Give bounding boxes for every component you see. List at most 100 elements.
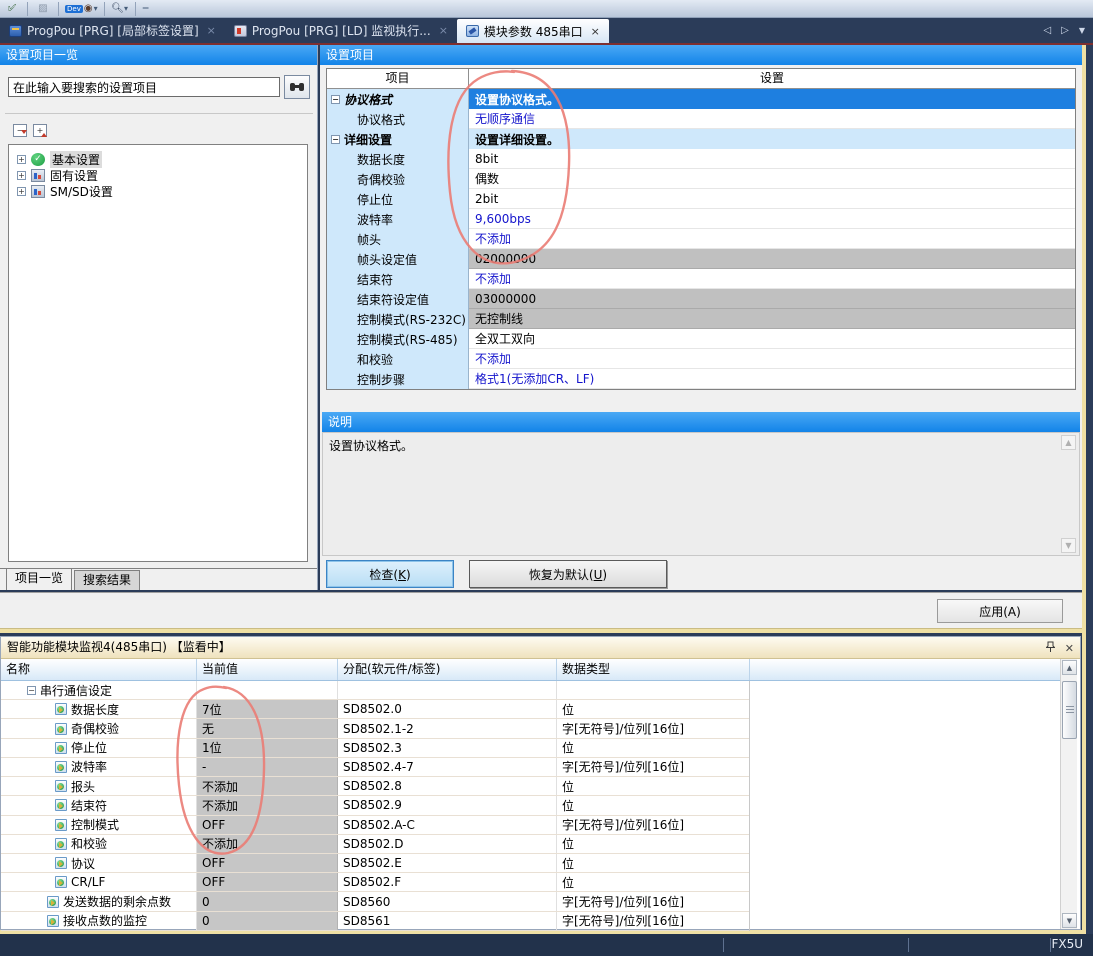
tab-search-result[interactable]: 搜索结果	[74, 570, 140, 590]
monitor-current-value-cell: OFF	[197, 854, 338, 872]
monitor-row[interactable]: 奇偶校验无SD8502.1-2字[无符号]/位列[16位]	[1, 719, 749, 738]
monitor-row[interactable]: 接收点数的监控0SD8561字[无符号]/位列[16位]	[1, 912, 749, 931]
check-button[interactable]: 检查(K)	[326, 560, 454, 588]
monitor-row[interactable]: 结束符不添加SD8502.9位	[1, 796, 749, 815]
collapse-icon[interactable]: −	[27, 686, 36, 695]
tab-close-icon[interactable]: ×	[591, 25, 600, 38]
settings-row[interactable]: 结束符不添加	[327, 269, 1075, 289]
dev-eye-icon[interactable]: Dev ◉▾	[65, 3, 98, 14]
monitor-row[interactable]: 协议OFFSD8502.E位	[1, 854, 749, 873]
tab-scroll-left-icon[interactable]: ◁	[1043, 25, 1051, 36]
monitor-row[interactable]: CR/LFOFFSD8502.F位	[1, 873, 749, 892]
setting-value-cell[interactable]: 不添加	[469, 349, 1075, 369]
scroll-thumb[interactable]	[1062, 681, 1077, 739]
document-tab[interactable]: ProgPou [PRG] [局部标签设置]×	[0, 18, 225, 43]
setting-item-cell: 波特率	[327, 209, 469, 229]
tab-list-menu-icon[interactable]: ▼	[1079, 26, 1085, 35]
settings-row[interactable]: 数据长度8bit	[327, 149, 1075, 169]
setting-value-cell[interactable]: 偶数	[469, 169, 1075, 189]
overflow-icon[interactable]: ＝	[142, 3, 150, 14]
monitor-row[interactable]: 停止位1位SD8502.3位	[1, 739, 749, 758]
settings-row[interactable]: 控制步骤格式1(无添加CR、LF)	[327, 369, 1075, 389]
settings-row[interactable]: 帧头不添加	[327, 229, 1075, 249]
setting-value-cell[interactable]: 不添加	[469, 269, 1075, 289]
toolbar-separator	[58, 2, 59, 16]
setting-value-cell[interactable]: 8bit	[469, 149, 1075, 169]
settings-row[interactable]: 波特率9,600bps	[327, 209, 1075, 229]
settings-row[interactable]: −详细设置设置详细设置。	[327, 129, 1075, 149]
setting-value-cell[interactable]: 无顺序通信	[469, 109, 1075, 129]
scroll-up-icon[interactable]: ▲	[1062, 660, 1077, 675]
setting-value-cell[interactable]: 全双工双向	[469, 329, 1075, 349]
setting-value-cell[interactable]: 03000000	[469, 289, 1075, 309]
setting-value-cell[interactable]: 无控制线	[469, 309, 1075, 329]
setting-item-cell: 协议格式	[327, 109, 469, 129]
monitor-row[interactable]: 和校验不添加SD8502.D位	[1, 835, 749, 854]
setting-value-cell[interactable]: 设置详细设置。	[469, 129, 1075, 149]
settings-row[interactable]: 控制模式(RS-232C)无控制线	[327, 309, 1075, 329]
monitor-row[interactable]: 波特率-SD8502.4-7字[无符号]/位列[16位]	[1, 758, 749, 777]
desc-scroll-down-icon[interactable]: ▼	[1061, 538, 1076, 553]
settings-row[interactable]: 停止位2bit	[327, 189, 1075, 209]
tab-scroll-right-icon[interactable]: ▷	[1061, 25, 1069, 36]
settings-row[interactable]: −协议格式设置协议格式。	[327, 89, 1075, 109]
monitor-datatype-cell: 字[无符号]/位列[16位]	[557, 892, 749, 910]
restore-default-button[interactable]: 恢复为默认(U)	[469, 560, 667, 588]
search-button[interactable]	[284, 75, 310, 99]
expand-icon[interactable]: +	[17, 155, 26, 164]
expand-icon[interactable]: +	[17, 171, 26, 180]
setting-item-label: 帧头设定值	[357, 251, 417, 268]
monitor-row[interactable]: 报头不添加SD8502.8位	[1, 777, 749, 796]
monitor-datatype-cell: 位	[557, 835, 749, 853]
apply-button[interactable]: 应用(A)	[937, 599, 1063, 623]
zoom-select-icon[interactable]: 🔍︎▾	[111, 2, 129, 16]
tree-item[interactable]: +固有设置	[9, 167, 307, 183]
settings-row[interactable]: 控制模式(RS-485)全双工双向	[327, 329, 1075, 349]
setting-value-cell[interactable]: 不添加	[469, 229, 1075, 249]
setting-value-cell[interactable]: 9,600bps	[469, 209, 1075, 229]
setting-item-label: 和校验	[357, 351, 393, 368]
monitor-row[interactable]: 数据长度7位SD8502.0位	[1, 700, 749, 719]
settings-row[interactable]: 帧头设定值 02000000	[327, 249, 1075, 269]
setting-item-label: 协议格式	[357, 111, 405, 128]
setting-item-label: 结束符设定值	[357, 291, 429, 308]
collapse-icon[interactable]: −	[331, 135, 340, 144]
setting-value-cell[interactable]: 2bit	[469, 189, 1075, 209]
collapse-all-icon[interactable]: −	[13, 124, 27, 137]
setting-value-cell[interactable]: 02000000	[469, 249, 1075, 269]
monitor-name-label: 停止位	[71, 739, 107, 756]
setting-item-cell: 帧头	[327, 229, 469, 249]
tab-close-icon[interactable]: ×	[207, 24, 216, 37]
scroll-down-icon[interactable]: ▼	[1062, 913, 1077, 928]
tree-item[interactable]: +基本设置	[9, 151, 307, 167]
close-icon[interactable]: ✕	[1065, 642, 1074, 655]
stamp-gray-icon[interactable]: ▨	[34, 2, 52, 16]
tab-label: 模块参数 485串口	[484, 23, 583, 40]
collapse-icon[interactable]: −	[331, 95, 340, 104]
monitor-row[interactable]: 发送数据的剩余点数0SD8560字[无符号]/位列[16位]	[1, 892, 749, 911]
settings-row[interactable]: 结束符设定值 03000000	[327, 289, 1075, 309]
tab-item-list[interactable]: 项目一览	[6, 568, 72, 590]
setting-value-cell[interactable]: 格式1(无添加CR、LF)	[469, 369, 1075, 389]
monitor-row[interactable]: 控制模式OFFSD8502.A-C字[无符号]/位列[16位]	[1, 816, 749, 835]
search-input[interactable]	[8, 77, 280, 97]
settings-panel-title: 设置项目	[320, 45, 1082, 65]
device-monitor-icon	[55, 761, 67, 773]
settings-row[interactable]: 奇偶校验偶数	[327, 169, 1075, 189]
pin-icon[interactable]	[1046, 641, 1055, 656]
tab-close-icon[interactable]: ×	[439, 24, 448, 37]
document-tab[interactable]: 模块参数 485串口 ×	[457, 19, 609, 43]
monitor-row[interactable]: −串行通信设定	[1, 681, 749, 700]
tree-item[interactable]: +SM/SD设置	[9, 183, 307, 199]
monitor-scrollbar[interactable]: ▲ ▼	[1060, 659, 1077, 929]
monitor-name-label: 报头	[71, 778, 95, 795]
device-check-icon[interactable]: ✅︎	[3, 2, 21, 16]
monitor-current-value-cell: 1位	[197, 739, 338, 757]
document-tab[interactable]: ProgPou [PRG] [LD] 监视执行...×	[225, 18, 457, 43]
expand-all-icon[interactable]: +	[33, 124, 47, 137]
settings-row[interactable]: 协议格式 无顺序通信	[327, 109, 1075, 129]
settings-row[interactable]: 和校验 不添加	[327, 349, 1075, 369]
setting-value-cell[interactable]: 设置协议格式。	[469, 89, 1075, 109]
desc-scroll-up-icon[interactable]: ▲	[1061, 435, 1076, 450]
expand-icon[interactable]: +	[17, 187, 26, 196]
